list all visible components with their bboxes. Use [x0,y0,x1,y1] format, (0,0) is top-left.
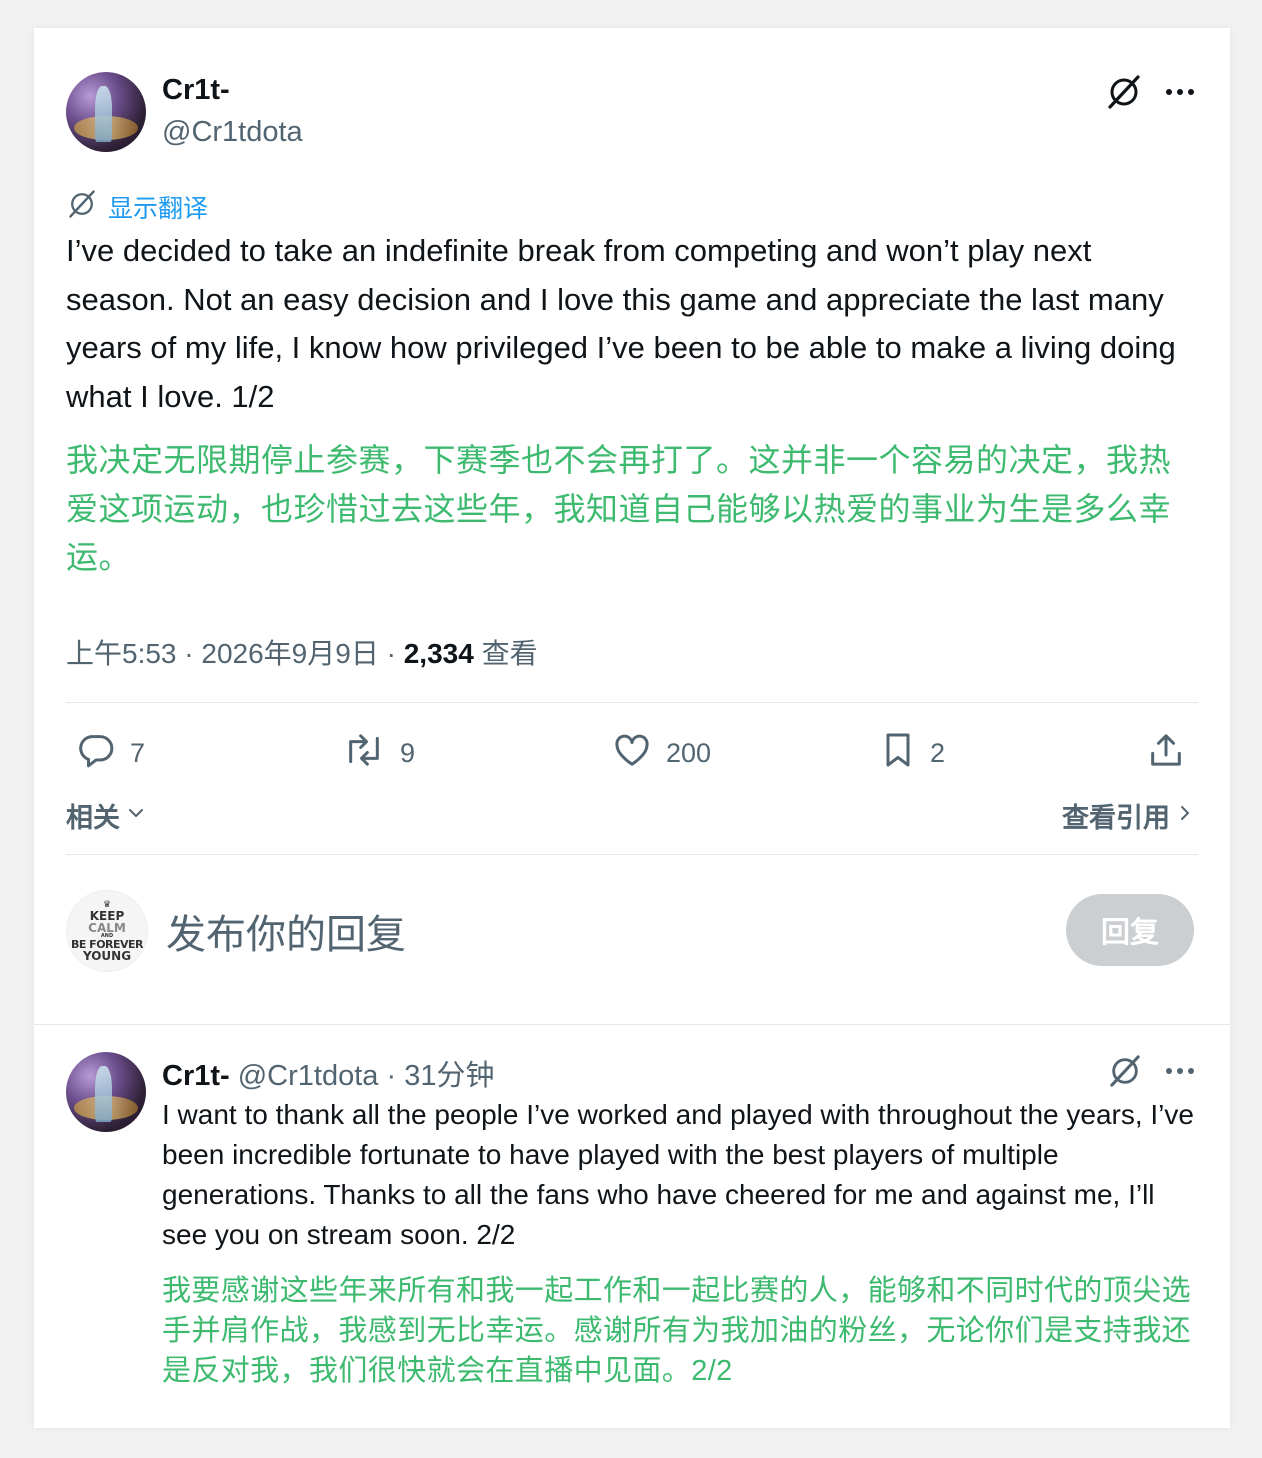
view-quotes-label: 查看引用 [1062,803,1170,833]
grok-slash-icon[interactable] [1106,74,1142,110]
bookmark-action[interactable]: 2 [880,730,945,777]
views-label: 查看 [481,638,538,669]
reply-author-name[interactable]: Cr1t- [162,1060,230,1092]
view-quotes-link[interactable]: 查看引用 [1062,796,1196,835]
like-action[interactable]: 200 [612,730,711,777]
reply-action[interactable]: 7 [76,730,145,777]
reply-time[interactable]: 31分钟 [404,1060,494,1092]
reply-author-avatar[interactable] [66,1052,146,1132]
bookmark-icon [880,730,916,777]
post-text-zh: 我决定无限期停止参赛，下赛季也不会再打了。这并非一个容易的决定，我热爱这项运动，… [66,442,1172,575]
post-date[interactable]: 2026年9月9日 [201,638,378,669]
views-count: 2,334 [403,638,474,669]
divider [34,1024,1230,1025]
like-icon [612,730,652,777]
related-label: 相关 [66,803,120,833]
author-avatar[interactable] [66,72,146,152]
post-time[interactable]: 上午5:53 [66,638,177,669]
divider [66,854,1198,855]
more-icon[interactable] [1164,84,1196,100]
show-translation-link[interactable]: 显示翻译 [66,188,208,225]
share-icon [1146,730,1186,777]
reply-button[interactable]: 回复 [1066,894,1194,966]
bottom-fade [34,1398,1230,1428]
chevron-down-icon [124,801,148,830]
translate-icon [66,188,98,225]
my-avatar[interactable]: ♛ KEEP CALM AND BE FOREVER YOUNG [66,890,148,972]
reply-count: 7 [130,738,146,768]
reply-author-handle[interactable]: @Cr1tdota [238,1060,379,1092]
repost-count: 9 [400,738,416,768]
divider [66,702,1198,703]
chevron-right-icon [1174,801,1196,830]
bookmark-count: 2 [930,738,946,768]
reply-icon [76,730,116,777]
more-icon[interactable] [1164,1063,1196,1079]
reply-text-zh: 我要感谢这些年来所有和我一起工作和一起比赛的人，能够和不同时代的顶尖选手并肩作战… [162,1275,1192,1387]
repost-icon [342,730,386,777]
reply-header: Cr1t- @Cr1tdota · 31分钟 [162,1060,495,1092]
author-name[interactable]: Cr1t- [162,74,230,107]
show-translation-label: 显示翻译 [108,194,209,223]
repost-action[interactable]: 9 [342,730,415,777]
post-meta: 上午5:53 · 2026年9月9日 · 2,334 查看 [66,638,538,669]
related-toggle[interactable]: 相关 [66,796,148,835]
grok-slash-icon[interactable] [1108,1054,1142,1088]
author-handle[interactable]: @Cr1tdota [162,116,303,149]
reply-input[interactable]: 发布你的回复 [166,902,406,960]
reply-text-en: I want to thank all the people I’ve work… [162,1099,1194,1250]
post-card: Cr1t- @Cr1tdota 显示翻译 I’ve decided to tak… [34,28,1230,1428]
share-action[interactable] [1146,730,1186,777]
like-count: 200 [666,738,712,768]
post-text-en: I’ve decided to take an indefinite break… [66,233,1176,414]
